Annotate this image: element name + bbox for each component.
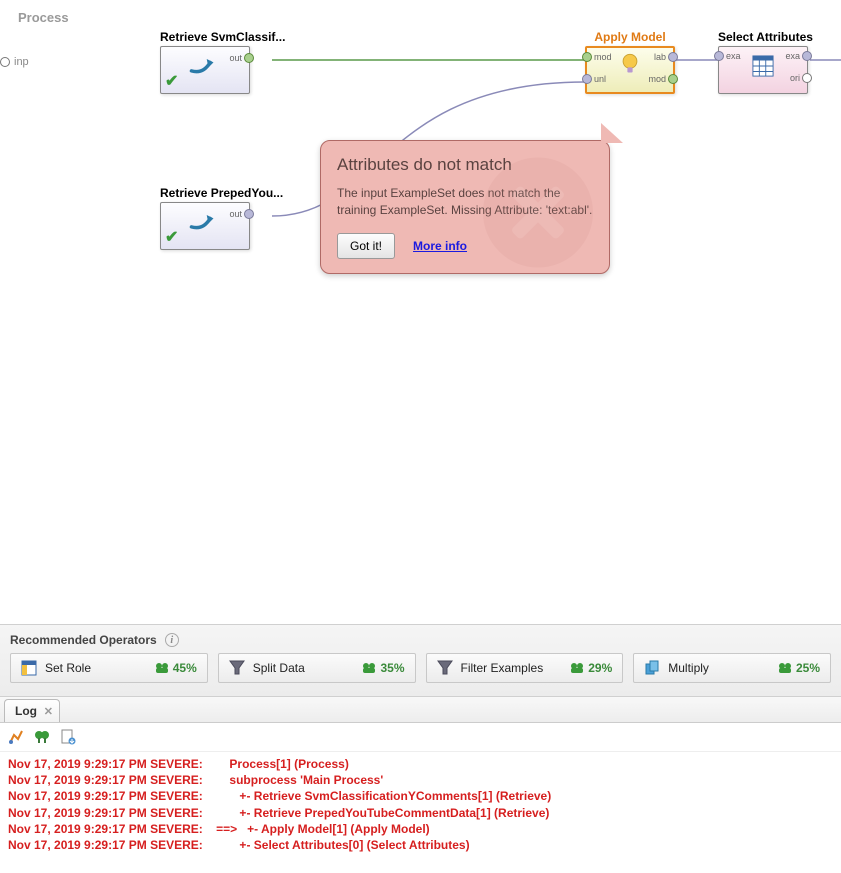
process-canvas[interactable]: Process inp Retrieve SvmClassif... ✔ out [0,0,841,624]
port-dot [0,57,10,67]
multiply-icon [644,660,660,676]
recommended-list: Set Role 45% Split Data 35% [10,653,831,683]
log-entries: Nov 17, 2019 9:29:17 PM SEVERE: Process[… [0,752,841,861]
status-ok-icon: ✔ [165,71,178,91]
operator-body[interactable]: ✔ out [160,202,250,250]
close-icon[interactable]: ✕ [44,705,53,718]
port-label: inp [14,56,29,68]
operator-title: Apply Model [585,30,675,44]
rec-pct: 25% [796,661,820,675]
status-ok-icon: ✔ [165,227,178,247]
community-icon [778,662,792,674]
recommended-panel: Recommended Operators i Set Role 45% Spl… [0,624,841,696]
port-out[interactable]: out [227,53,254,63]
recommended-multiply[interactable]: Multiply 25% [633,653,831,683]
operator-body[interactable]: exa exa ori [718,46,808,94]
more-info-link[interactable]: More info [413,239,467,253]
connections [0,0,841,624]
retrieve-icon [188,54,222,81]
retrieve-icon [188,210,222,237]
gotit-button[interactable]: Got it! [337,233,395,259]
community-icon [362,662,376,674]
recommended-filter-examples[interactable]: Filter Examples 29% [426,653,624,683]
port-mod-out[interactable]: mod [646,74,678,84]
operator-apply-model[interactable]: Apply Model mod unl lab mod [585,30,675,94]
log-tab-label: Log [15,704,37,718]
save-log-icon[interactable] [60,729,76,745]
table-icon [752,55,774,80]
log-line: Nov 17, 2019 9:29:17 PM SEVERE: +- Retri… [8,805,833,821]
log-tab-bar: Log ✕ [0,697,841,723]
operator-title: Select Attributes [718,30,813,44]
error-x-icon [483,157,593,267]
log-panel: Log ✕ Nov 17, 2019 9:29:17 PM SEVERE: Pr… [0,696,841,861]
rec-label: Split Data [253,661,305,675]
filter-icon [437,660,453,676]
log-line: Nov 17, 2019 9:29:17 PM SEVERE: subproce… [8,772,833,788]
recommended-split-data[interactable]: Split Data 35% [218,653,416,683]
port-unl-in[interactable]: unl [582,74,608,84]
operator-select-attributes[interactable]: Select Attributes exa exa ori [718,30,813,94]
operator-title: Retrieve PrepedYou... [160,186,283,200]
port-lab-out[interactable]: lab [652,52,678,62]
recommended-heading: Recommended Operators [10,633,157,647]
operator-title: Retrieve SvmClassif... [160,30,285,44]
error-popup: Attributes do not match The input Exampl… [320,140,610,274]
rec-pct: 45% [173,661,197,675]
operator-body[interactable]: ✔ out [160,46,250,94]
port-exa-in[interactable]: exa [714,51,743,61]
rec-label: Set Role [45,661,91,675]
community-icon [570,662,584,674]
port-exa-out[interactable]: exa [783,51,812,61]
community-icon [155,662,169,674]
process-title: Process [18,10,69,25]
log-tab[interactable]: Log ✕ [4,699,60,722]
info-icon[interactable]: i [165,633,179,647]
port-mod-in[interactable]: mod [582,52,614,62]
operator-retrieve-svm[interactable]: Retrieve SvmClassif... ✔ out [160,30,285,94]
log-line: Nov 17, 2019 9:29:17 PM SEVERE: +- Selec… [8,837,833,853]
operator-body[interactable]: mod unl lab mod [585,46,675,94]
process-input-port[interactable]: inp [0,56,29,68]
bulb-icon [619,53,641,82]
rec-pct: 35% [380,661,404,675]
operator-retrieve-preped[interactable]: Retrieve PrepedYou... ✔ out [160,186,283,250]
port-out[interactable]: out [227,209,254,219]
recommended-set-role[interactable]: Set Role 45% [10,653,208,683]
log-line: Nov 17, 2019 9:29:17 PM SEVERE: ==> +- A… [8,821,833,837]
clear-log-icon[interactable] [8,729,24,745]
filter-icon [229,660,245,676]
rec-label: Filter Examples [461,661,544,675]
log-line: Nov 17, 2019 9:29:17 PM SEVERE: Process[… [8,756,833,772]
port-ori-out[interactable]: ori [788,73,812,83]
rec-pct: 29% [588,661,612,675]
search-log-icon[interactable] [34,729,50,745]
log-toolbar [0,723,841,752]
rec-label: Multiply [668,661,709,675]
setrole-icon [21,660,37,676]
log-line: Nov 17, 2019 9:29:17 PM SEVERE: +- Retri… [8,788,833,804]
